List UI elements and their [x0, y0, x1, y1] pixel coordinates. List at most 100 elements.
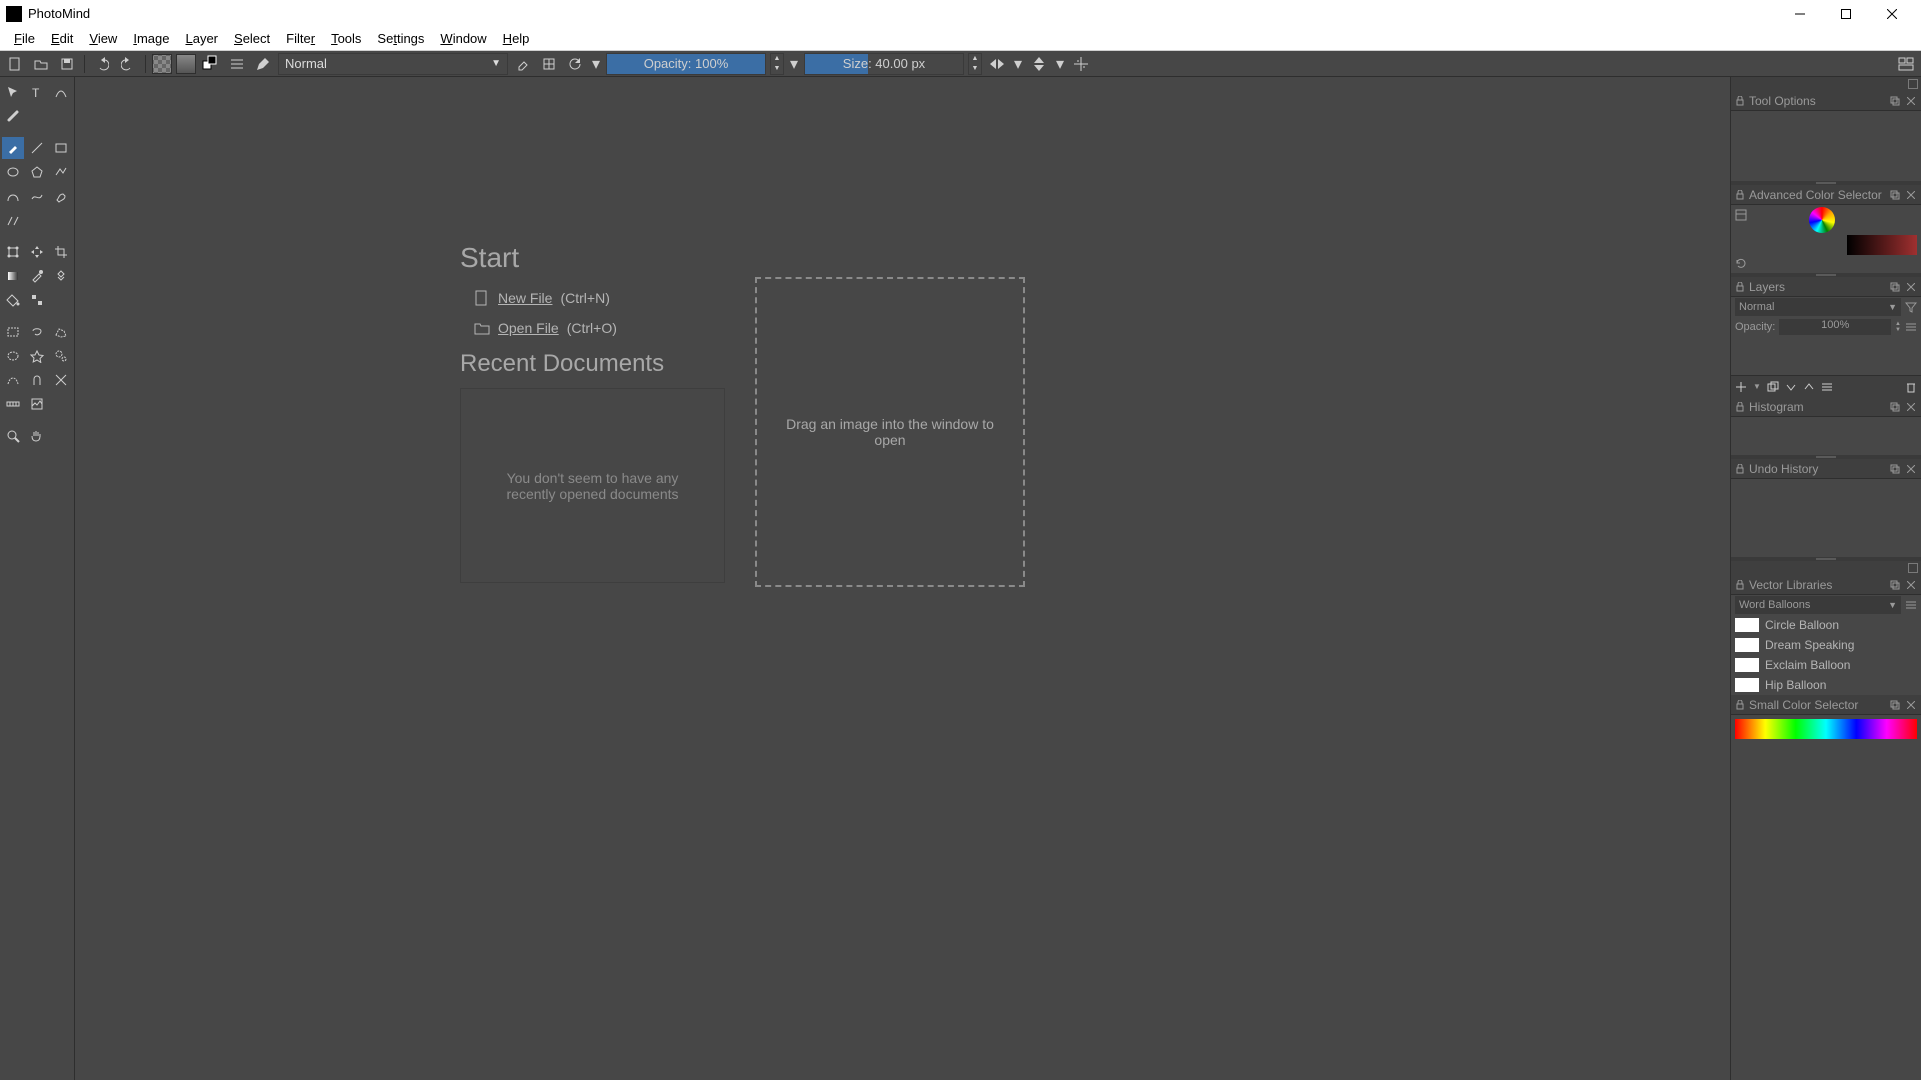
- filter-layers-icon[interactable]: [1905, 301, 1917, 313]
- menu-file[interactable]: File: [6, 29, 43, 48]
- chevron-down-icon[interactable]: ▾: [1012, 53, 1024, 75]
- dynamic-brush-tool[interactable]: [50, 185, 72, 207]
- chevron-down-icon[interactable]: ▾: [590, 53, 602, 75]
- docker-toggle-icon[interactable]: [1908, 79, 1918, 89]
- save-file-icon[interactable]: [56, 53, 78, 75]
- opacity-spinner[interactable]: ▲▼: [770, 53, 784, 75]
- color-history-icon[interactable]: [1735, 257, 1747, 269]
- window-minimize-button[interactable]: [1777, 0, 1823, 27]
- advanced-color-header[interactable]: Advanced Color Selector: [1731, 185, 1921, 205]
- close-docker-icon[interactable]: [1905, 401, 1917, 413]
- ellipse-tool[interactable]: [2, 161, 24, 183]
- small-color-header[interactable]: Small Color Selector: [1731, 695, 1921, 715]
- chevron-down-icon[interactable]: ▾: [1054, 53, 1066, 75]
- redo-icon[interactable]: [117, 53, 139, 75]
- hue-strip[interactable]: [1735, 719, 1917, 739]
- undo-history-header[interactable]: Undo History: [1731, 459, 1921, 479]
- layer-menu-icon[interactable]: [1905, 321, 1917, 333]
- eraser-mode-icon[interactable]: [512, 53, 534, 75]
- similar-select-tool[interactable]: [50, 345, 72, 367]
- fill-tool[interactable]: [2, 289, 24, 311]
- rect-select-tool[interactable]: [2, 321, 24, 343]
- color-shade-strip[interactable]: [1847, 235, 1917, 255]
- chevron-down-icon[interactable]: ▼: [1753, 382, 1761, 391]
- reference-tool[interactable]: [26, 393, 48, 415]
- vector-item[interactable]: Dream Speaking: [1731, 635, 1921, 655]
- layer-opacity-slider[interactable]: 100%: [1779, 319, 1891, 335]
- pan-tool[interactable]: [26, 425, 48, 447]
- reload-preset-icon[interactable]: [564, 53, 586, 75]
- bezier-select-tool[interactable]: [2, 369, 24, 391]
- zoom-tool[interactable]: [2, 425, 24, 447]
- mirror-horizontal-icon[interactable]: [986, 53, 1008, 75]
- undo-icon[interactable]: [91, 53, 113, 75]
- open-file-icon[interactable]: [30, 53, 52, 75]
- panel-resize-handle[interactable]: [1731, 455, 1921, 459]
- menu-edit[interactable]: Edit: [43, 29, 81, 48]
- docker-toggle-icon[interactable]: [1908, 563, 1918, 573]
- close-docker-icon[interactable]: [1905, 281, 1917, 293]
- layer-opacity-spinner[interactable]: ▲▼: [1895, 321, 1901, 333]
- transform-tool[interactable]: [2, 241, 24, 263]
- color-picker-tool[interactable]: [26, 265, 48, 287]
- polygon-tool[interactable]: [26, 161, 48, 183]
- size-spinner[interactable]: ▲▼: [968, 53, 982, 75]
- chevron-down-icon[interactable]: ▾: [788, 53, 800, 75]
- brush-edit-icon[interactable]: [252, 53, 274, 75]
- brush-preset-icon[interactable]: [226, 53, 248, 75]
- contiguous-select-tool[interactable]: [26, 345, 48, 367]
- color-settings-icon[interactable]: [1735, 209, 1747, 221]
- layer-blend-select[interactable]: Normal ▼: [1735, 298, 1901, 316]
- histogram-header[interactable]: Histogram: [1731, 397, 1921, 417]
- alpha-lock-icon[interactable]: [538, 53, 560, 75]
- text-tool[interactable]: T: [26, 81, 48, 103]
- open-file-link[interactable]: Open File: [498, 320, 559, 336]
- pattern-swatch[interactable]: [152, 54, 172, 74]
- list-menu-icon[interactable]: [1905, 599, 1917, 611]
- workspace-chooser-icon[interactable]: [1895, 53, 1917, 75]
- vector-item[interactable]: Hip Balloon: [1731, 675, 1921, 695]
- calligraphy-tool[interactable]: [2, 105, 24, 127]
- mirror-vertical-icon[interactable]: [1028, 53, 1050, 75]
- blend-mode-select[interactable]: Normal ▼: [278, 53, 508, 75]
- small-color-body[interactable]: [1731, 715, 1921, 743]
- move-tool[interactable]: [2, 81, 24, 103]
- menu-window[interactable]: Window: [432, 29, 494, 48]
- new-file-link[interactable]: New File: [498, 290, 552, 306]
- pattern-fill-tool[interactable]: [26, 289, 48, 311]
- lasso-tool[interactable]: [26, 321, 48, 343]
- measure-tool[interactable]: [2, 393, 24, 415]
- float-docker-icon[interactable]: [1889, 463, 1901, 475]
- delete-layer-icon[interactable]: [1905, 381, 1917, 393]
- ellipse-select-tool[interactable]: [2, 345, 24, 367]
- wrap-around-icon[interactable]: [1070, 53, 1092, 75]
- vector-item[interactable]: Circle Balloon: [1731, 615, 1921, 635]
- vector-item[interactable]: Exclaim Balloon: [1731, 655, 1921, 675]
- menu-select[interactable]: Select: [226, 29, 278, 48]
- brush-tool[interactable]: [2, 137, 24, 159]
- menu-tools[interactable]: Tools: [323, 29, 369, 48]
- window-maximize-button[interactable]: [1823, 0, 1869, 27]
- gradient-swatch[interactable]: [176, 54, 196, 74]
- menu-filter[interactable]: Filter: [278, 29, 323, 48]
- layer-properties-icon[interactable]: [1821, 381, 1833, 393]
- float-docker-icon[interactable]: [1889, 95, 1901, 107]
- float-docker-icon[interactable]: [1889, 699, 1901, 711]
- vector-library-select[interactable]: Word Balloons ▼: [1735, 596, 1901, 614]
- freehand-path-tool[interactable]: [26, 185, 48, 207]
- menu-settings[interactable]: Settings: [369, 29, 432, 48]
- vector-libraries-header[interactable]: Vector Libraries: [1731, 575, 1921, 595]
- duplicate-layer-icon[interactable]: [1767, 381, 1779, 393]
- panel-resize-handle[interactable]: [1731, 181, 1921, 185]
- panel-resize-handle[interactable]: [1731, 273, 1921, 277]
- polygonal-select-tool[interactable]: [50, 321, 72, 343]
- line-tool[interactable]: [26, 137, 48, 159]
- opacity-slider[interactable]: Opacity: 100%: [606, 53, 766, 75]
- float-docker-icon[interactable]: [1889, 579, 1901, 591]
- layers-header[interactable]: Layers: [1731, 277, 1921, 297]
- float-docker-icon[interactable]: [1889, 401, 1901, 413]
- crop-tool[interactable]: [50, 241, 72, 263]
- move-layer-down-icon[interactable]: [1785, 381, 1797, 393]
- close-docker-icon[interactable]: [1905, 463, 1917, 475]
- panel-resize-handle[interactable]: [1731, 557, 1921, 561]
